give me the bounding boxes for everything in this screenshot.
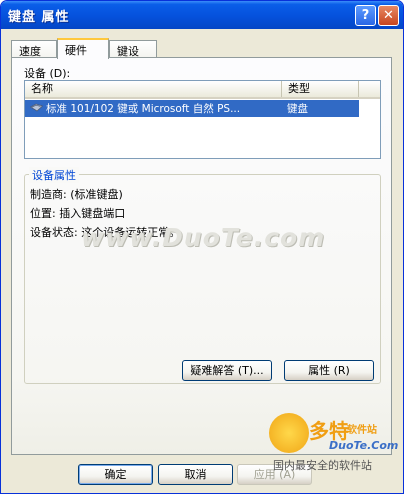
devices-label: 设备 (D): xyxy=(24,67,71,80)
logo-slogan: 国内最安全的软件站 xyxy=(273,459,372,472)
devices-list[interactable]: 名称 类型 标准 101/102 键或 Microsoft 自然 PS... 键… xyxy=(24,80,381,159)
watermark-text: www.DuoTe.com xyxy=(81,223,326,252)
keyboard-icon xyxy=(30,103,43,112)
manufacturer-text: 制造商: (标准键盘) xyxy=(30,188,123,201)
column-header-name[interactable]: 名称 xyxy=(25,81,282,97)
logo-brand-sub: 软件站 xyxy=(347,425,377,436)
device-properties-group: 设备属性 制造商: (标准键盘) 位置: 插入键盘端口 设备状态: 这个设备运转… xyxy=(24,167,381,384)
help-icon: ? xyxy=(361,8,370,23)
device-type: 键盘 xyxy=(287,103,308,115)
help-button[interactable]: ? xyxy=(355,5,376,26)
close-icon: ✕ xyxy=(383,8,394,23)
window-title: 键盘 属性 xyxy=(8,10,70,25)
ok-button[interactable]: 确定 xyxy=(78,464,153,485)
tab-hardware[interactable]: 硬件 xyxy=(57,38,109,59)
logo-url: DuoTe.Com xyxy=(329,439,399,452)
close-button[interactable]: ✕ xyxy=(378,5,399,26)
column-header-type[interactable]: 类型 xyxy=(282,81,359,97)
device-name: 标准 101/102 键或 Microsoft 自然 PS... xyxy=(46,103,241,115)
duote-logo: 多特 软件站 DuoTe.Com 国内最安全的软件站 xyxy=(269,413,399,473)
tab-key-settings[interactable]: 键设置 xyxy=(109,40,157,74)
tab-speed[interactable]: 速度 xyxy=(11,40,57,58)
hardware-tab-panel: 设备 (D): 名称 类型 标准 101/102 键或 Microsoft 自然… xyxy=(11,57,392,455)
properties-button[interactable]: 属性 (R) xyxy=(284,360,374,381)
devices-list-header: 名称 类型 xyxy=(25,81,380,99)
device-properties-title: 设备属性 xyxy=(29,167,79,183)
troubleshoot-button[interactable]: 疑难解答 (T)... xyxy=(182,360,272,381)
cancel-button[interactable]: 取消 xyxy=(158,464,233,485)
keyboard-properties-dialog: 键盘 属性 ? ✕ 速度 硬件 键设置 设备 (D): 名称 类型 标准 101… xyxy=(0,0,404,494)
device-row-selected[interactable]: 标准 101/102 键或 Microsoft 自然 PS... 键盘 xyxy=(25,100,359,117)
mascot-icon xyxy=(269,413,309,453)
title-bar[interactable]: 键盘 属性 ? ✕ xyxy=(1,1,403,29)
location-text: 位置: 插入键盘端口 xyxy=(30,207,126,220)
